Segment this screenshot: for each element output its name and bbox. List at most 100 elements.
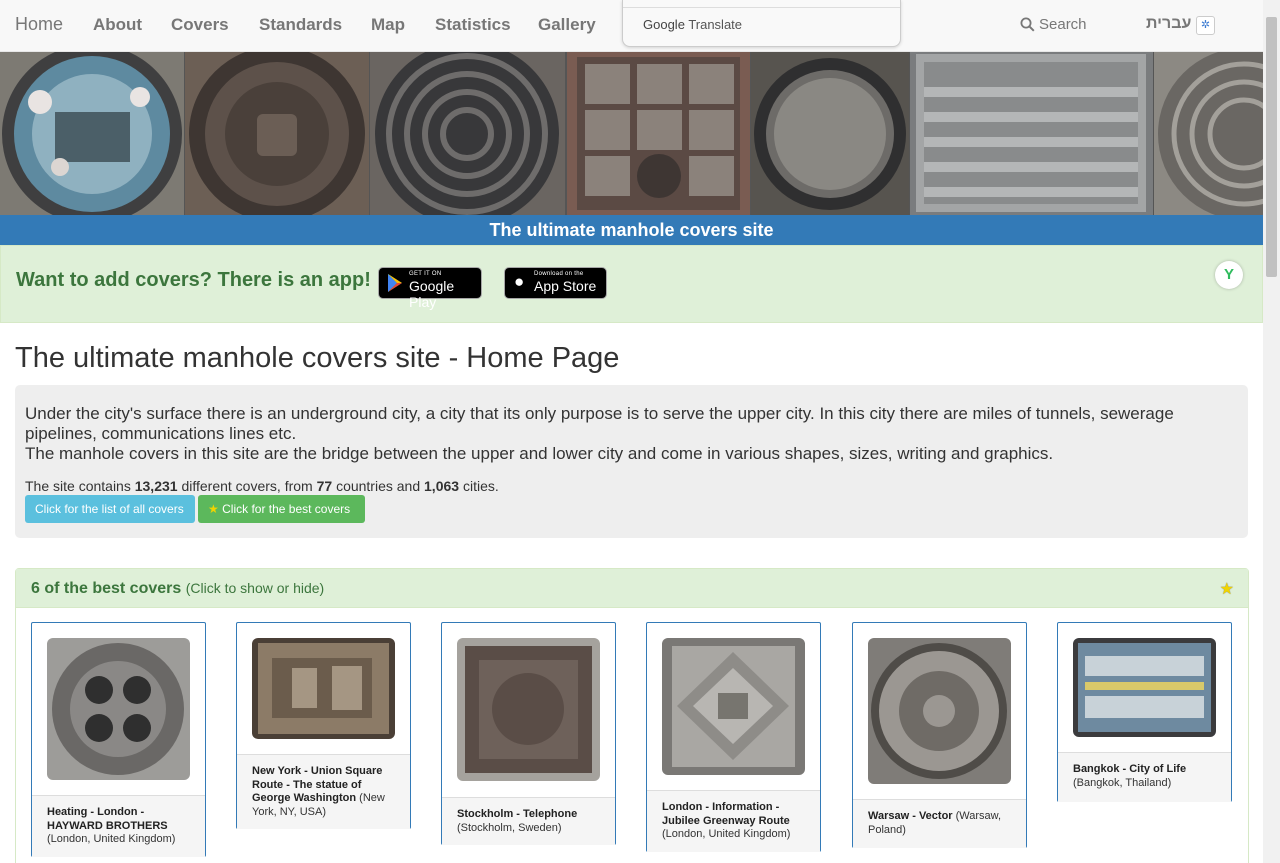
search-label: Search <box>1039 16 1087 33</box>
cover-thumbnail <box>868 638 1011 784</box>
banner-photo-5 <box>751 52 909 215</box>
stats-mid-2: countries and <box>336 478 421 494</box>
nav-covers-link[interactable]: Covers <box>171 15 229 35</box>
yoast-y-icon[interactable]: Y <box>1215 261 1243 289</box>
google-translate-widget[interactable]: Google Translate <box>622 0 901 47</box>
cover-thumbnail <box>47 638 190 780</box>
cover-caption-text: Stockholm - Telephone (Stockholm, Sweden… <box>457 808 607 835</box>
best-covers-panel-header[interactable]: 6 of the best covers (Click to show or h… <box>16 569 1248 608</box>
google-play-icon <box>388 274 402 292</box>
cover-caption: Bangkok - City of Life (Bangkok, Thailan… <box>1058 752 1231 802</box>
star-icon: ★ <box>1219 581 1234 598</box>
cover-thumbnail <box>457 638 600 781</box>
manhole-photo-1 <box>0 52 184 215</box>
banner-photo-7 <box>1154 52 1263 215</box>
cover-thumbnail-image <box>47 638 190 780</box>
cover-location: (London, United Kingdom) <box>662 828 791 840</box>
manhole-photo-4 <box>567 52 750 215</box>
intro-well: Under the city's surface there is an und… <box>15 385 1248 538</box>
intro-line-1: Under the city's surface there is an und… <box>25 404 1174 443</box>
cover-card[interactable]: Heating - London - HAYWARD BROTHERS (Lon… <box>31 622 206 857</box>
cover-caption: Stockholm - Telephone (Stockholm, Sweden… <box>442 797 615 845</box>
cover-card[interactable]: Stockholm - Telephone (Stockholm, Sweden… <box>441 622 616 845</box>
cover-card[interactable]: Warsaw - Vector (Warsaw, Poland) <box>852 622 1027 848</box>
cover-location: (London, United Kingdom) <box>47 833 176 845</box>
search-icon <box>1020 17 1035 32</box>
site-title-bar: The ultimate manhole covers site <box>0 215 1263 245</box>
manhole-photo-6 <box>910 52 1153 215</box>
cover-card[interactable]: New York - Union Square Route - The stat… <box>236 622 411 829</box>
cover-title: London - Information - Jubilee Greenway … <box>662 801 790 827</box>
cover-thumbnail <box>662 638 805 775</box>
nav-gallery-link[interactable]: Gallery <box>538 15 596 35</box>
cover-thumbnail-image <box>252 638 395 739</box>
scrollbar-thumb[interactable] <box>1266 17 1277 277</box>
manhole-photo-5 <box>751 52 909 215</box>
best-star-icon: ★ <box>208 502 219 516</box>
cover-thumbnail-image <box>868 638 1011 784</box>
stats-prefix: The site contains <box>25 478 131 494</box>
manhole-photo-7 <box>1154 52 1263 215</box>
header-banner <box>0 52 1263 215</box>
app-store-small-text: Download on the <box>534 271 584 277</box>
cover-card[interactable]: London - Information - Jubilee Greenway … <box>646 622 821 852</box>
best-covers-label: Click for the best covers <box>222 502 351 516</box>
page: Home About Covers Standards Map Statisti… <box>0 0 1263 863</box>
cover-thumbnail-image <box>1073 638 1216 737</box>
app-store-button[interactable]: ● Download on the App Store <box>504 267 607 299</box>
language-switch-link[interactable]: עברית <box>1146 15 1191 33</box>
cover-thumbnail-image <box>662 638 805 775</box>
cover-location: (Bangkok, Thailand) <box>1073 776 1172 789</box>
cover-caption-text: Heating - London - HAYWARD BROTHERS (Lon… <box>47 806 197 847</box>
cover-title: Stockholm - Telephone <box>457 808 578 820</box>
countries-count: 77 <box>316 478 333 494</box>
banner-photo-2 <box>185 52 369 215</box>
panel-title: 6 of the best covers (Click to show or h… <box>31 580 324 598</box>
panel-title-text: 6 of the best covers <box>31 580 182 597</box>
google-play-button[interactable]: GET IT ON Google Play <box>378 267 482 310</box>
cover-title: Bangkok - City of Life <box>1073 763 1187 775</box>
covers-count: 13,231 <box>134 478 178 494</box>
cover-caption-text: Warsaw - Vector (Warsaw, Poland) <box>868 810 1018 837</box>
cover-caption: New York - Union Square Route - The stat… <box>237 754 410 829</box>
cover-caption-text: London - Information - Jubilee Greenway … <box>662 801 812 842</box>
nav-map-link[interactable]: Map <box>371 15 405 35</box>
stats-mid-1: different covers, from <box>181 478 313 494</box>
all-covers-button[interactable]: Click for the list of all covers <box>25 495 195 523</box>
intro-text: Under the city's surface there is an und… <box>25 404 1225 464</box>
banner-photo-4 <box>567 52 750 215</box>
panel-hint: (Click to show or hide) <box>185 580 325 596</box>
apple-icon: ● <box>514 272 525 291</box>
intro-line-2: The manhole covers in this site are the … <box>25 444 1054 463</box>
nav-about-link[interactable]: About <box>93 15 142 35</box>
best-covers-button[interactable]: ★ Click for the best covers <box>198 495 365 523</box>
nav-home-link[interactable]: Home <box>15 14 63 35</box>
cover-thumbnail-image <box>457 638 600 781</box>
app-store-big-text: App Store <box>534 278 597 294</box>
top-navbar: Home About Covers Standards Map Statisti… <box>0 0 1263 52</box>
cover-caption: London - Information - Jubilee Greenway … <box>647 790 820 852</box>
manhole-photo-3 <box>370 52 565 215</box>
cities-count: 1,063 <box>424 478 460 494</box>
page-title: The ultimate manhole covers site - Home … <box>15 342 620 374</box>
nav-standards-link[interactable]: Standards <box>259 15 342 35</box>
nav-statistics-link[interactable]: Statistics <box>435 15 511 35</box>
translate-label: Google Translate <box>643 17 742 32</box>
best-covers-panel: 6 of the best covers (Click to show or h… <box>15 568 1249 863</box>
page-scrollbar[interactable] <box>1263 0 1280 863</box>
banner-photo-6 <box>910 52 1153 215</box>
cover-caption: Heating - London - HAYWARD BROTHERS (Lon… <box>32 795 205 857</box>
app-promo-alert: Want to add covers? There is an app! GET… <box>0 245 1263 323</box>
translate-divider <box>623 7 900 8</box>
gear-icon[interactable]: ✲ <box>1196 16 1215 35</box>
cover-title: Warsaw - Vector <box>868 810 953 822</box>
cover-thumbnail <box>252 638 395 739</box>
google-play-small-text: GET IT ON <box>409 271 442 277</box>
cover-location: (Stockholm, Sweden) <box>457 821 562 834</box>
app-promo-text: Want to add covers? There is an app! <box>16 269 371 291</box>
cover-card[interactable]: Bangkok - City of Life (Bangkok, Thailan… <box>1057 622 1232 802</box>
cover-caption-text: New York - Union Square Route - The stat… <box>252 765 402 819</box>
manhole-photo-2 <box>185 52 369 215</box>
google-play-big-text: Google Play <box>409 278 455 310</box>
site-stats: The site contains 13,231 different cover… <box>25 478 499 494</box>
